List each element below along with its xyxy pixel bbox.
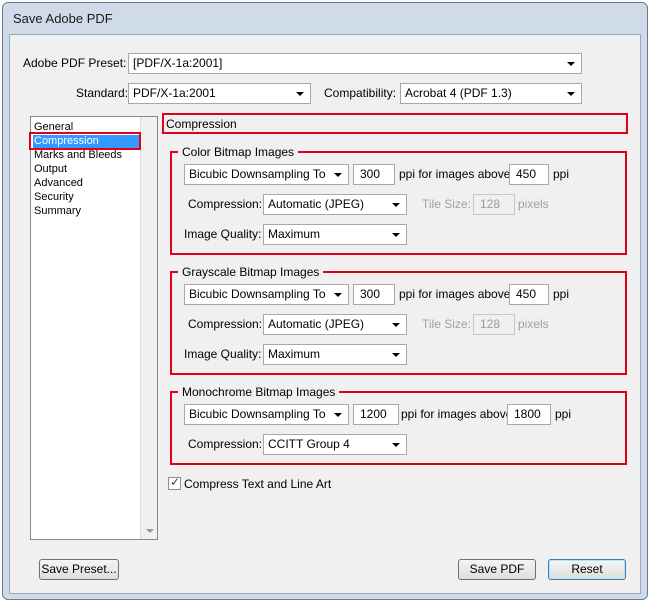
gray-tile-label: Tile Size: bbox=[422, 317, 471, 331]
save-preset-button[interactable]: Save Preset... bbox=[39, 559, 119, 580]
chevron-down-icon bbox=[388, 195, 404, 214]
gray-tile-input[interactable]: 128 bbox=[473, 314, 515, 335]
color-tile-unit: pixels bbox=[518, 197, 549, 211]
color-downsampling-dropdown[interactable]: Bicubic Downsampling To bbox=[184, 164, 349, 185]
standard-label: Standard: bbox=[76, 86, 129, 100]
color-compression-value: Automatic (JPEG) bbox=[268, 197, 365, 211]
sidebar-item-security[interactable]: Security bbox=[34, 191, 74, 204]
color-downsampling-value: Bicubic Downsampling To bbox=[189, 167, 326, 181]
color-compression-dropdown[interactable]: Automatic (JPEG) bbox=[263, 194, 407, 215]
gray-ppi-label: ppi for images above bbox=[399, 287, 511, 301]
gray-ppi-value: 300 bbox=[360, 287, 381, 301]
preset-value: [PDF/X-1a:2001] bbox=[133, 56, 223, 70]
gray-quality-label: Image Quality: bbox=[184, 347, 262, 361]
gray-tile-value: 128 bbox=[480, 317, 501, 331]
chevron-down-icon bbox=[292, 84, 308, 103]
sidebar-item-marks-and-bleeds[interactable]: Marks and Bleeds bbox=[34, 149, 122, 162]
mono-above-value: 1800 bbox=[514, 407, 541, 421]
window-title: Save Adobe PDF bbox=[13, 11, 113, 26]
gray-compression-label: Compression: bbox=[188, 317, 263, 331]
mono-above-input[interactable]: 1800 bbox=[507, 404, 551, 425]
gray-quality-dropdown[interactable]: Maximum bbox=[263, 344, 407, 365]
save-pdf-dialog: Save Adobe PDF Adobe PDF Preset: [PDF/X-… bbox=[2, 2, 648, 600]
chevron-down-icon bbox=[388, 435, 404, 454]
color-tile-input[interactable]: 128 bbox=[473, 194, 515, 215]
mono-compression-value: CCITT Group 4 bbox=[268, 437, 350, 451]
dialog-body: Adobe PDF Preset: [PDF/X-1a:2001] Standa… bbox=[9, 34, 641, 594]
gray-quality-value: Maximum bbox=[268, 347, 321, 361]
sidebar-item-output[interactable]: Output bbox=[34, 163, 67, 176]
chevron-down-icon bbox=[388, 225, 404, 244]
gray-tile-unit: pixels bbox=[518, 317, 549, 331]
mono-ppi-unit: ppi bbox=[555, 407, 572, 421]
gray-downsampling-value: Bicubic Downsampling To bbox=[189, 287, 326, 301]
chevron-down-icon bbox=[146, 529, 154, 533]
color-ppi-unit: ppi bbox=[553, 167, 570, 181]
mono-compression-label: Compression: bbox=[188, 437, 263, 451]
gray-above-input[interactable]: 450 bbox=[509, 284, 549, 305]
mono-downsampling-dropdown[interactable]: Bicubic Downsampling To bbox=[184, 404, 349, 425]
panel-title: Compression bbox=[166, 117, 237, 131]
compress-text-checkbox[interactable] bbox=[168, 475, 181, 490]
gray-above-value: 450 bbox=[516, 287, 537, 301]
color-group-title: Color Bitmap Images bbox=[178, 145, 299, 159]
chevron-down-icon bbox=[563, 54, 579, 73]
color-above-input[interactable]: 450 bbox=[509, 164, 549, 185]
gray-downsampling-dropdown[interactable]: Bicubic Downsampling To bbox=[184, 284, 349, 305]
save-pdf-button[interactable]: Save PDF bbox=[458, 559, 536, 580]
compress-text-label: Compress Text and Line Art bbox=[184, 477, 332, 491]
color-ppi-value: 300 bbox=[360, 167, 381, 181]
compatibility-value: Acrobat 4 (PDF 1.3) bbox=[405, 86, 512, 100]
mono-downsampling-value: Bicubic Downsampling To bbox=[189, 407, 326, 421]
standard-dropdown[interactable]: PDF/X-1a:2001 bbox=[128, 83, 311, 104]
reset-button[interactable]: Reset bbox=[548, 559, 626, 580]
compatibility-label: Compatibility: bbox=[324, 86, 397, 100]
mono-compression-dropdown[interactable]: CCITT Group 4 bbox=[263, 434, 407, 455]
color-tile-value: 128 bbox=[480, 197, 501, 211]
chevron-down-icon bbox=[330, 165, 346, 184]
color-ppi-input[interactable]: 300 bbox=[353, 164, 395, 185]
preset-dropdown[interactable]: [PDF/X-1a:2001] bbox=[128, 53, 582, 74]
mono-ppi-value: 1200 bbox=[360, 407, 387, 421]
standard-value: PDF/X-1a:2001 bbox=[133, 86, 216, 100]
gray-group-title: Grayscale Bitmap Images bbox=[178, 265, 324, 279]
mono-ppi-input[interactable]: 1200 bbox=[353, 404, 399, 425]
chevron-down-icon bbox=[563, 84, 579, 103]
mono-ppi-label: ppi for images above bbox=[401, 407, 513, 421]
sidebar-item-summary[interactable]: Summary bbox=[34, 205, 81, 218]
category-list[interactable]: General Compression Marks and Bleeds Out… bbox=[30, 116, 158, 540]
gray-ppi-input[interactable]: 300 bbox=[353, 284, 395, 305]
panel-title-box: Compression bbox=[162, 113, 628, 134]
mono-group-title: Monochrome Bitmap Images bbox=[178, 385, 340, 399]
gray-compression-dropdown[interactable]: Automatic (JPEG) bbox=[263, 314, 407, 335]
color-above-value: 450 bbox=[516, 167, 537, 181]
preset-label: Adobe PDF Preset: bbox=[23, 56, 127, 70]
list-scrollbar[interactable] bbox=[140, 117, 157, 539]
sidebar-highlight-box bbox=[29, 132, 141, 150]
chevron-down-icon bbox=[388, 315, 404, 334]
color-compression-label: Compression: bbox=[188, 197, 263, 211]
color-quality-label: Image Quality: bbox=[184, 227, 262, 241]
chevron-down-icon bbox=[330, 405, 346, 424]
color-quality-dropdown[interactable]: Maximum bbox=[263, 224, 407, 245]
gray-ppi-unit: ppi bbox=[553, 287, 570, 301]
gray-compression-value: Automatic (JPEG) bbox=[268, 317, 365, 331]
title-bar: Save Adobe PDF bbox=[3, 3, 647, 33]
compatibility-dropdown[interactable]: Acrobat 4 (PDF 1.3) bbox=[400, 83, 582, 104]
chevron-down-icon bbox=[388, 345, 404, 364]
chevron-down-icon bbox=[330, 285, 346, 304]
color-quality-value: Maximum bbox=[268, 227, 321, 241]
color-tile-label: Tile Size: bbox=[422, 197, 471, 211]
color-ppi-label: ppi for images above bbox=[399, 167, 511, 181]
sidebar-item-advanced[interactable]: Advanced bbox=[34, 177, 83, 190]
